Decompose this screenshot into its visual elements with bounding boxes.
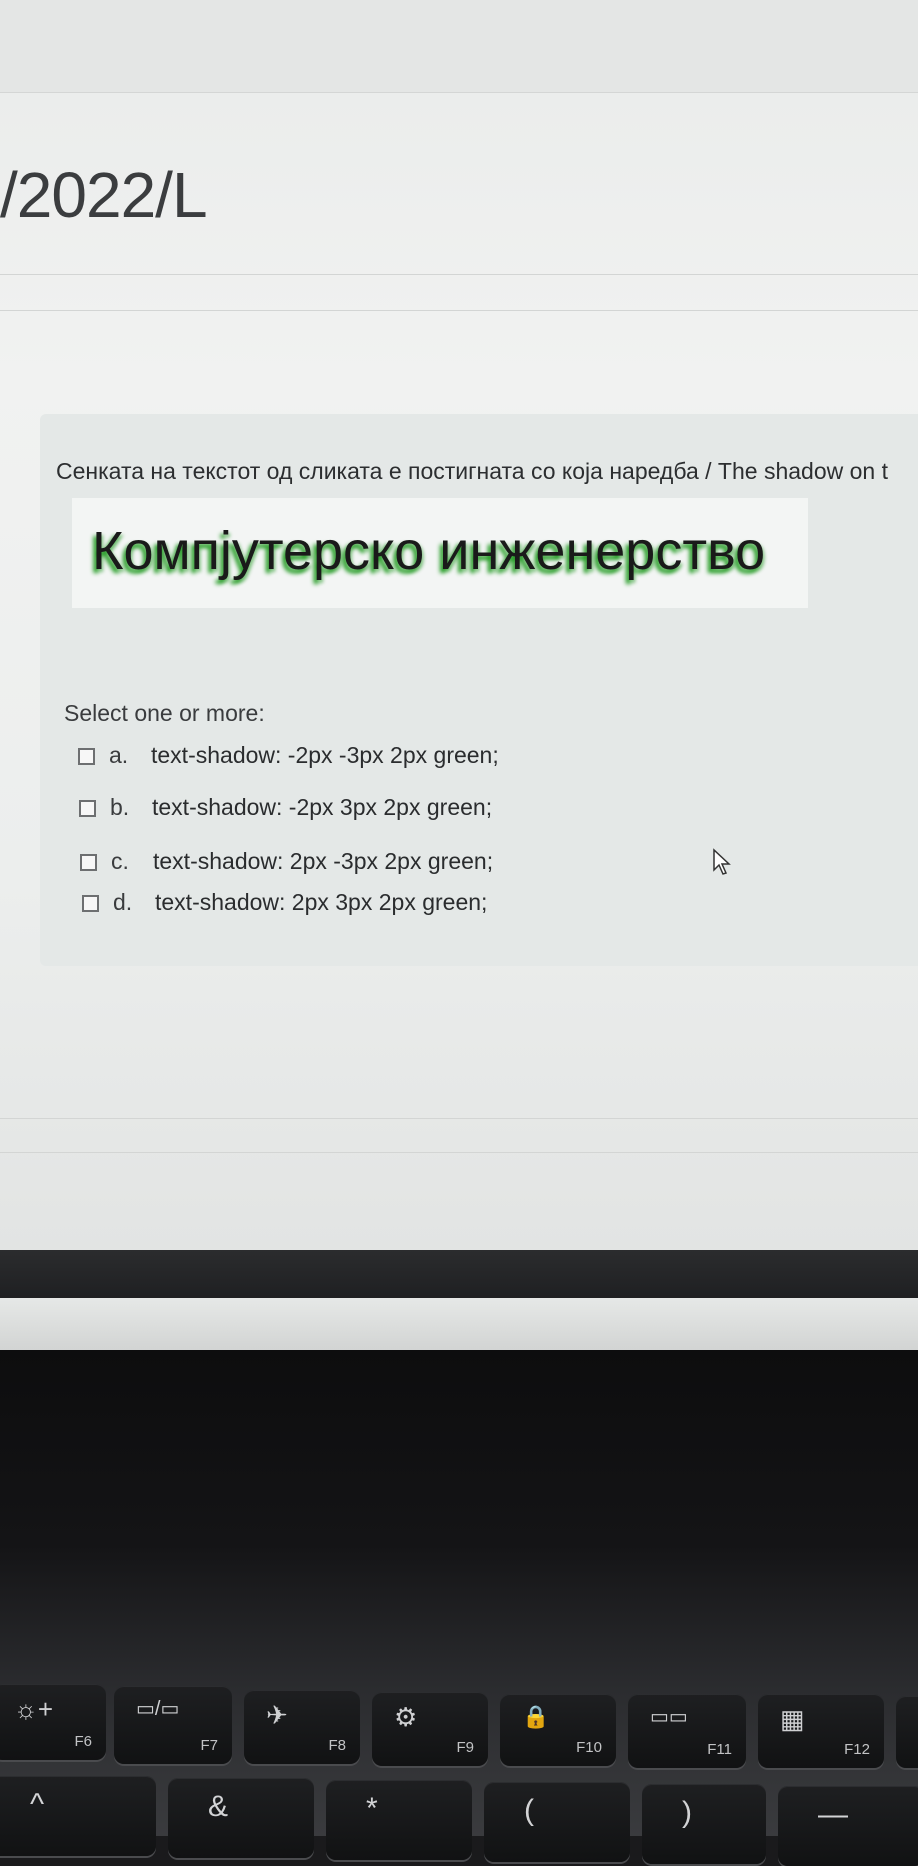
brightness-up-icon: ☼+: [14, 1694, 54, 1724]
option-letter: c.: [111, 848, 129, 874]
divider: [0, 1118, 918, 1119]
screen-lower-edge: [0, 1298, 918, 1358]
keyboard-deck: ☼+ F6 ▭/▭ F7 ✈ F8 ⚙ F9 🔒 F10 ▭▭ F11 ▦ F1…: [0, 1350, 918, 1866]
checkbox-a[interactable]: [78, 748, 95, 766]
key-asterisk[interactable]: *: [326, 1780, 472, 1860]
option-label: text-shadow: 2px 3px 2px green;: [155, 889, 488, 915]
option-label: text-shadow: -2px -3px 2px green;: [151, 742, 499, 768]
keyboard-backlight-icon: ▭▭: [650, 1706, 688, 1728]
option-a[interactable]: a. text-shadow: -2px -3px 2px green;: [78, 742, 499, 772]
question-box: [40, 414, 918, 966]
option-label: text-shadow: -2px 3px 2px green;: [152, 794, 493, 820]
option-letter: b.: [110, 794, 130, 820]
checkbox-b[interactable]: [79, 800, 96, 818]
question-image-text: Компјутерско инженерство: [92, 521, 766, 581]
mouse-cursor-icon: [713, 848, 731, 875]
option-label: text-shadow: 2px -3px 2px green;: [153, 848, 494, 874]
checkbox-d[interactable]: [82, 895, 99, 913]
checkbox-c[interactable]: [80, 854, 97, 872]
f12-key[interactable]: ▦ F12: [758, 1694, 884, 1768]
key-caret[interactable]: ^: [0, 1776, 156, 1856]
option-letter: a.: [109, 742, 129, 768]
key-ampersand[interactable]: &: [168, 1778, 314, 1858]
key-dash[interactable]: —: [778, 1786, 918, 1866]
option-c[interactable]: c. text-shadow: 2px -3px 2px green;: [80, 848, 493, 878]
f8-key[interactable]: ✈ F8: [244, 1690, 360, 1764]
select-label: Select one or more:: [64, 700, 265, 726]
delete-key[interactable]: [896, 1696, 918, 1768]
f10-key[interactable]: 🔒 F10: [500, 1694, 616, 1766]
divider: [0, 1152, 918, 1153]
option-b[interactable]: b. text-shadow: -2px 3px 2px green;: [79, 794, 492, 824]
question-text: Сенката на текстот од сликата е постигна…: [56, 458, 888, 484]
settings-icon: ⚙: [394, 1702, 418, 1732]
display-switch-icon: ▭/▭: [136, 1698, 180, 1720]
calculator-icon: ▦: [780, 1704, 805, 1734]
option-letter: d.: [113, 889, 133, 915]
option-d[interactable]: d. text-shadow: 2px 3px 2px green;: [82, 889, 487, 919]
f11-key[interactable]: ▭▭ F11: [628, 1694, 746, 1768]
airplane-mode-icon: ✈: [266, 1700, 288, 1730]
f7-key[interactable]: ▭/▭ F7: [114, 1686, 232, 1764]
f6-key[interactable]: ☼+ F6: [0, 1684, 106, 1760]
laptop-screen: /2022/L Сенката на текстот од сликата е …: [0, 0, 918, 1255]
key-left-paren[interactable]: (: [484, 1782, 630, 1862]
divider: [0, 310, 918, 311]
course-title: /2022/L: [0, 159, 208, 231]
key-right-paren[interactable]: ): [642, 1784, 766, 1864]
divider: [0, 274, 918, 275]
f9-key[interactable]: ⚙ F9: [372, 1692, 488, 1766]
lock-icon: 🔒: [522, 1704, 550, 1729]
browser-top-bar: [0, 0, 918, 93]
